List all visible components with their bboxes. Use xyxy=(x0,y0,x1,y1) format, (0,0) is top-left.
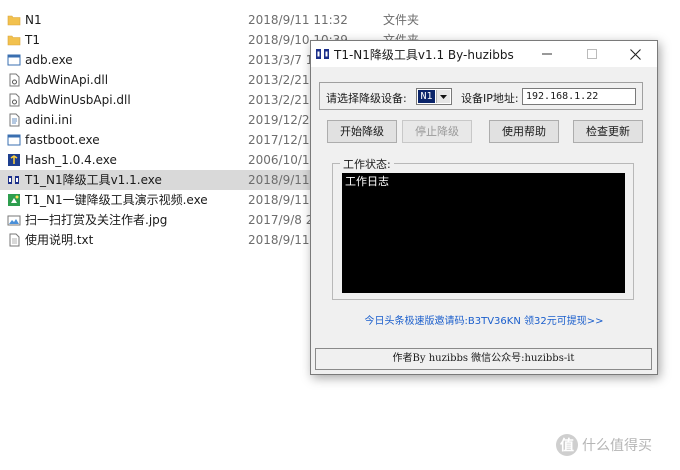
file-row-n1[interactable]: N1 2018/9/11 11:32 文件夹 xyxy=(0,10,419,30)
file-name: Hash_1.0.4.exe xyxy=(25,153,117,167)
stop-downgrade-button[interactable]: 停止降级 xyxy=(402,120,472,143)
file-row-tool-exe[interactable]: T1_N1降级工具v1.1.exe 2018/9/11 1 xyxy=(0,170,321,190)
chevron-down-icon[interactable] xyxy=(436,90,450,103)
check-update-button[interactable]: 检查更新 xyxy=(573,120,643,143)
watermark-text: 什么值得买 xyxy=(582,438,652,454)
ip-label: 设备IP地址: xyxy=(461,92,519,105)
device-label: 请选择降级设备: xyxy=(326,92,407,105)
file-name: 使用说明.txt xyxy=(25,233,94,247)
file-row-adbwinapi-dll[interactable]: AdbWinApi.dll 2013/2/21 1 xyxy=(0,70,321,90)
device-settings-panel: 请选择降级设备: N1 设备IP地址: 192.168.1.22 xyxy=(319,82,643,110)
file-row-adbwinusbapi-dll[interactable]: AdbWinUsbApi.dll 2013/2/21 1 xyxy=(0,90,321,110)
ini-icon xyxy=(9,113,20,127)
file-name: 扫一扫打赏及关注作者.jpg xyxy=(25,213,168,227)
file-name: adb.exe xyxy=(25,53,73,67)
file-date: 2018/9/11 11:32 xyxy=(248,13,348,27)
file-row-hash-exe[interactable]: Hash_1.0.4.exe 2006/10/14 xyxy=(0,150,317,170)
exe-icon xyxy=(7,134,21,146)
file-row-fastboot-exe[interactable]: fastboot.exe 2017/12/14 xyxy=(0,130,317,150)
promo-link[interactable]: 今日头条极速版邀请码:B3TV36KN 领32元可提现>> xyxy=(311,312,657,327)
log-text: 工作日志 xyxy=(345,175,389,188)
title-bar[interactable]: T1-N1降级工具v1.1 By-huzibbs xyxy=(311,41,657,67)
file-date: 2019/12/28 xyxy=(248,113,318,127)
tool-app-icon xyxy=(316,49,329,59)
file-name: T1_N1降级工具v1.1.exe xyxy=(25,173,162,187)
device-select[interactable]: N1 xyxy=(416,88,452,105)
file-date: 2017/12/14 xyxy=(248,133,318,147)
file-date: 2006/10/14 xyxy=(248,153,318,167)
file-row-adb-exe[interactable]: adb.exe 2013/3/7 14 xyxy=(0,50,321,70)
close-icon xyxy=(629,48,641,60)
status-group: 工作状态: 工作日志 xyxy=(332,156,634,300)
status-legend: 工作状态: xyxy=(340,156,394,172)
ip-input[interactable]: 192.168.1.22 xyxy=(522,88,636,105)
file-name: T1_N1一键降级工具演示视频.exe xyxy=(25,193,208,207)
folder-icon xyxy=(7,35,21,46)
file-name: N1 xyxy=(25,13,42,27)
minimize-icon xyxy=(542,53,552,55)
image-file-icon xyxy=(7,215,21,226)
exe-icon xyxy=(7,54,21,66)
file-row-video-exe[interactable]: T1_N1一键降级工具演示视频.exe 2018/9/11 1 xyxy=(0,190,321,210)
dll-icon xyxy=(9,73,20,87)
dll-icon xyxy=(9,93,20,107)
start-downgrade-button[interactable]: 开始降级 xyxy=(327,120,397,143)
minimize-button[interactable] xyxy=(525,41,569,67)
file-row-adini-ini[interactable]: adini.ini 2019/12/28 xyxy=(0,110,317,130)
hash-app-icon xyxy=(8,154,20,166)
file-row-t1[interactable]: T1 2018/9/10 10:39 文件夹 xyxy=(0,30,419,50)
file-row-image-jpg[interactable]: 扫一扫打赏及关注作者.jpg 2017/9/8 21 xyxy=(0,210,321,230)
folder-icon xyxy=(7,15,21,26)
watermark: 值 什么值得买 xyxy=(556,434,652,456)
maximize-icon xyxy=(587,49,597,59)
file-name: AdbWinUsbApi.dll xyxy=(25,93,131,107)
close-button[interactable] xyxy=(613,41,657,67)
file-name: fastboot.exe xyxy=(25,133,100,147)
help-button[interactable]: 使用帮助 xyxy=(489,120,559,143)
window-title: T1-N1降级工具v1.1 By-huzibbs xyxy=(334,48,514,62)
maximize-button[interactable] xyxy=(570,41,614,67)
file-row-readme-txt[interactable]: 使用说明.txt 2018/9/11 1 xyxy=(0,230,321,250)
watermark-logo-icon: 值 xyxy=(556,434,578,456)
tool-app-icon xyxy=(8,176,19,184)
video-app-icon xyxy=(8,194,20,206)
downgrade-tool-window: T1-N1降级工具v1.1 By-huzibbs 请选择降级设备: N1 设备I… xyxy=(310,40,658,375)
author-status-bar: 作者By huzibbs 微信公众号:huzibbs-it xyxy=(315,348,652,370)
file-name: T1 xyxy=(25,33,40,47)
file-type: 文件夹 xyxy=(383,13,420,27)
text-file-icon xyxy=(9,233,20,247)
file-name: AdbWinApi.dll xyxy=(25,73,109,87)
log-area[interactable]: 工作日志 xyxy=(342,173,625,293)
device-select-value: N1 xyxy=(418,90,435,103)
file-name: adini.ini xyxy=(25,113,73,127)
